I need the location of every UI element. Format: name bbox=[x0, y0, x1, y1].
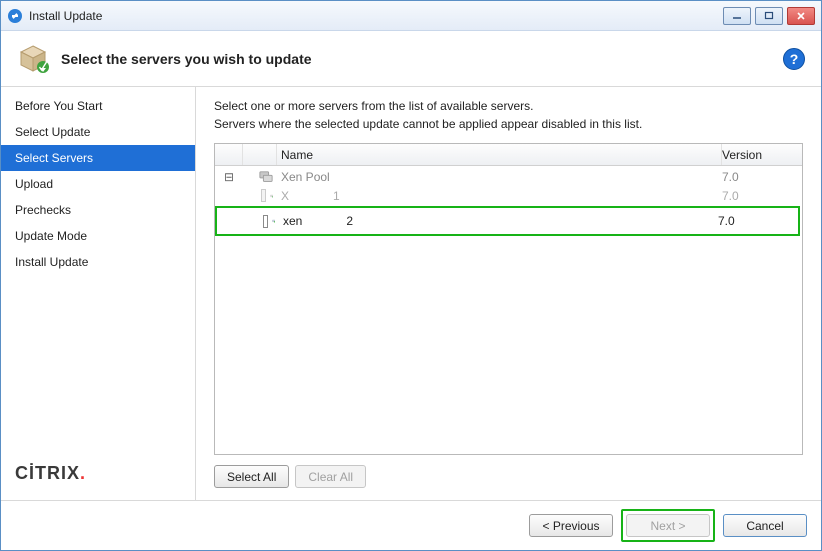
clear-all-button: Clear All bbox=[295, 465, 366, 488]
instruction-line1: Select one or more servers from the list… bbox=[214, 97, 803, 115]
col-version[interactable]: Version bbox=[722, 144, 802, 165]
step-select-servers[interactable]: Select Servers bbox=[1, 145, 195, 171]
maximize-button[interactable] bbox=[755, 7, 783, 25]
previous-button[interactable]: < Previous bbox=[529, 514, 613, 537]
step-select-update[interactable]: Select Update bbox=[1, 119, 195, 145]
next-button: Next > bbox=[626, 514, 710, 537]
step-install-update[interactable]: Install Update bbox=[1, 249, 195, 275]
minimize-button[interactable] bbox=[723, 7, 751, 25]
server-row-2[interactable]: xen 2 7.0 bbox=[217, 208, 798, 234]
instruction-text: Select one or more servers from the list… bbox=[214, 97, 803, 133]
app-icon bbox=[7, 8, 23, 24]
wizard-footer: < Previous Next > Cancel bbox=[1, 500, 821, 550]
window-title: Install Update bbox=[29, 9, 723, 23]
step-before-you-start[interactable]: Before You Start bbox=[1, 93, 195, 119]
highlighted-server-row: xen 2 7.0 bbox=[215, 206, 800, 236]
wizard-heading: Select the servers you wish to update bbox=[61, 51, 783, 67]
pool-name: Xen Pool bbox=[277, 170, 722, 184]
step-update-mode[interactable]: Update Mode bbox=[1, 223, 195, 249]
titlebar[interactable]: Install Update bbox=[1, 1, 821, 31]
step-upload[interactable]: Upload bbox=[1, 171, 195, 197]
close-button[interactable] bbox=[787, 7, 815, 25]
server-checkbox-1 bbox=[261, 189, 266, 202]
wizard-body: Before You Start Select Update Select Se… bbox=[1, 87, 821, 500]
server-name-2: xen 2 bbox=[279, 214, 718, 228]
step-prechecks[interactable]: Prechecks bbox=[1, 197, 195, 223]
brand-logo: CİTRIX. bbox=[1, 453, 195, 500]
window-buttons bbox=[723, 7, 815, 25]
help-icon[interactable]: ? bbox=[783, 48, 805, 70]
install-update-window: Install Update Select the servers you wi… bbox=[0, 0, 822, 551]
server-version-1: 7.0 bbox=[722, 189, 802, 203]
server-icon bbox=[243, 189, 277, 203]
pool-row[interactable]: ⊟ Xen Pool 7.0 bbox=[215, 166, 802, 188]
server-icon bbox=[245, 214, 279, 228]
server-version-2: 7.0 bbox=[718, 214, 798, 228]
cancel-button[interactable]: Cancel bbox=[723, 514, 807, 537]
wizard-sidebar: Before You Start Select Update Select Se… bbox=[1, 87, 196, 500]
col-name[interactable]: Name bbox=[277, 144, 722, 165]
server-list: Name Version ⊟ Xen Pool 7.0 bbox=[214, 143, 803, 455]
pool-version: 7.0 bbox=[722, 170, 802, 184]
wizard-content: Select one or more servers from the list… bbox=[196, 87, 821, 500]
server-row-1: X 1 7.0 bbox=[215, 188, 802, 204]
package-icon bbox=[17, 43, 49, 75]
instruction-line2: Servers where the selected update cannot… bbox=[214, 115, 803, 133]
select-all-button[interactable]: Select All bbox=[214, 465, 289, 488]
server-name-1: X 1 bbox=[277, 189, 722, 203]
collapse-icon[interactable]: ⊟ bbox=[215, 170, 243, 184]
next-button-highlight: Next > bbox=[621, 509, 715, 542]
server-list-header: Name Version bbox=[215, 144, 802, 166]
wizard-header: Select the servers you wish to update ? bbox=[1, 31, 821, 87]
server-checkbox-2[interactable] bbox=[263, 215, 268, 228]
list-actions: Select All Clear All bbox=[214, 455, 803, 496]
pool-icon bbox=[243, 170, 277, 184]
